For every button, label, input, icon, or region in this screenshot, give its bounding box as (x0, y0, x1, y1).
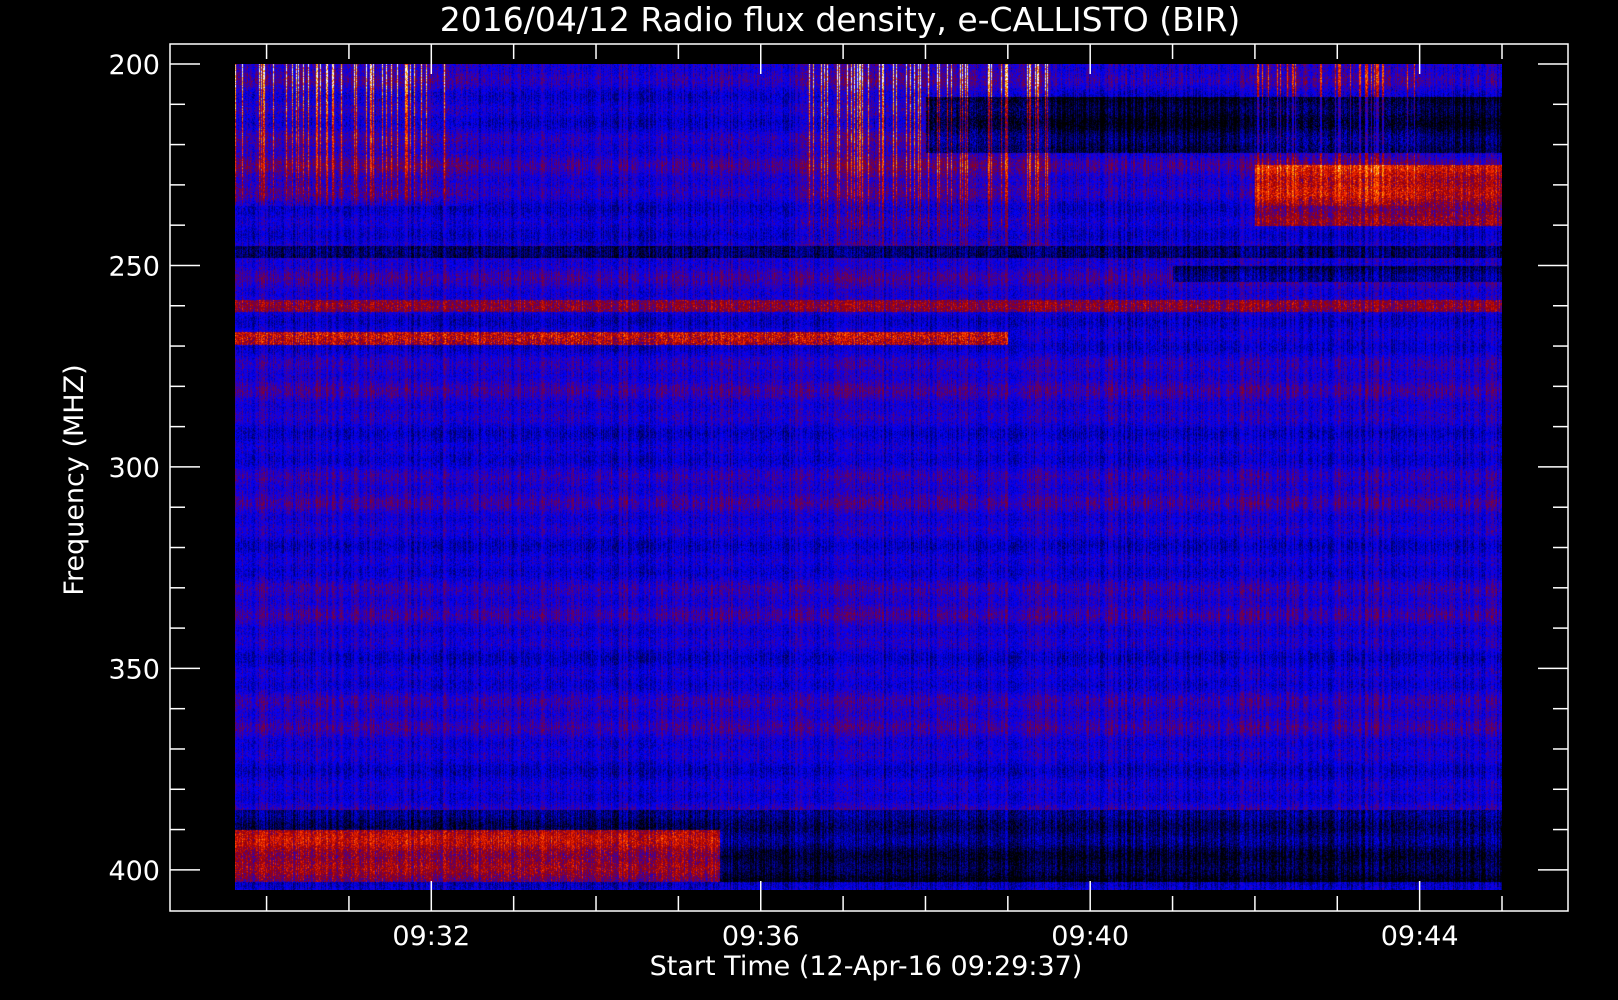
y-tick-label: 250 (108, 251, 160, 282)
x-tick-label: 09:32 (392, 921, 470, 952)
y-tick-label: 400 (108, 856, 160, 887)
plot-frame (169, 43, 1569, 912)
y-tick-label: 300 (108, 453, 160, 484)
x-tick-label: 09:36 (722, 921, 800, 952)
x-axis-label: Start Time (12-Apr-16 09:29:37) (650, 951, 1083, 982)
x-axis: 09:32 09:36 09:40 09:44 (265, 44, 1503, 952)
y-tick-label: 350 (108, 654, 160, 685)
y-tick-label: 200 (108, 50, 160, 81)
x-tick-label: 09:44 (1381, 921, 1459, 952)
x-tick-label: 09:40 (1051, 921, 1129, 952)
y-axis: 200 250 300 350 400 (108, 50, 1568, 887)
y-axis-label: Frequency (MHZ) (59, 364, 90, 595)
chart-axes: 2016/04/12 Radio flux density, e-CALLIST… (59, 0, 1569, 982)
chart-title: 2016/04/12 Radio flux density, e-CALLIST… (440, 0, 1241, 39)
spectrogram-figure: 2016/04/12 Radio flux density, e-CALLIST… (0, 0, 1618, 1000)
